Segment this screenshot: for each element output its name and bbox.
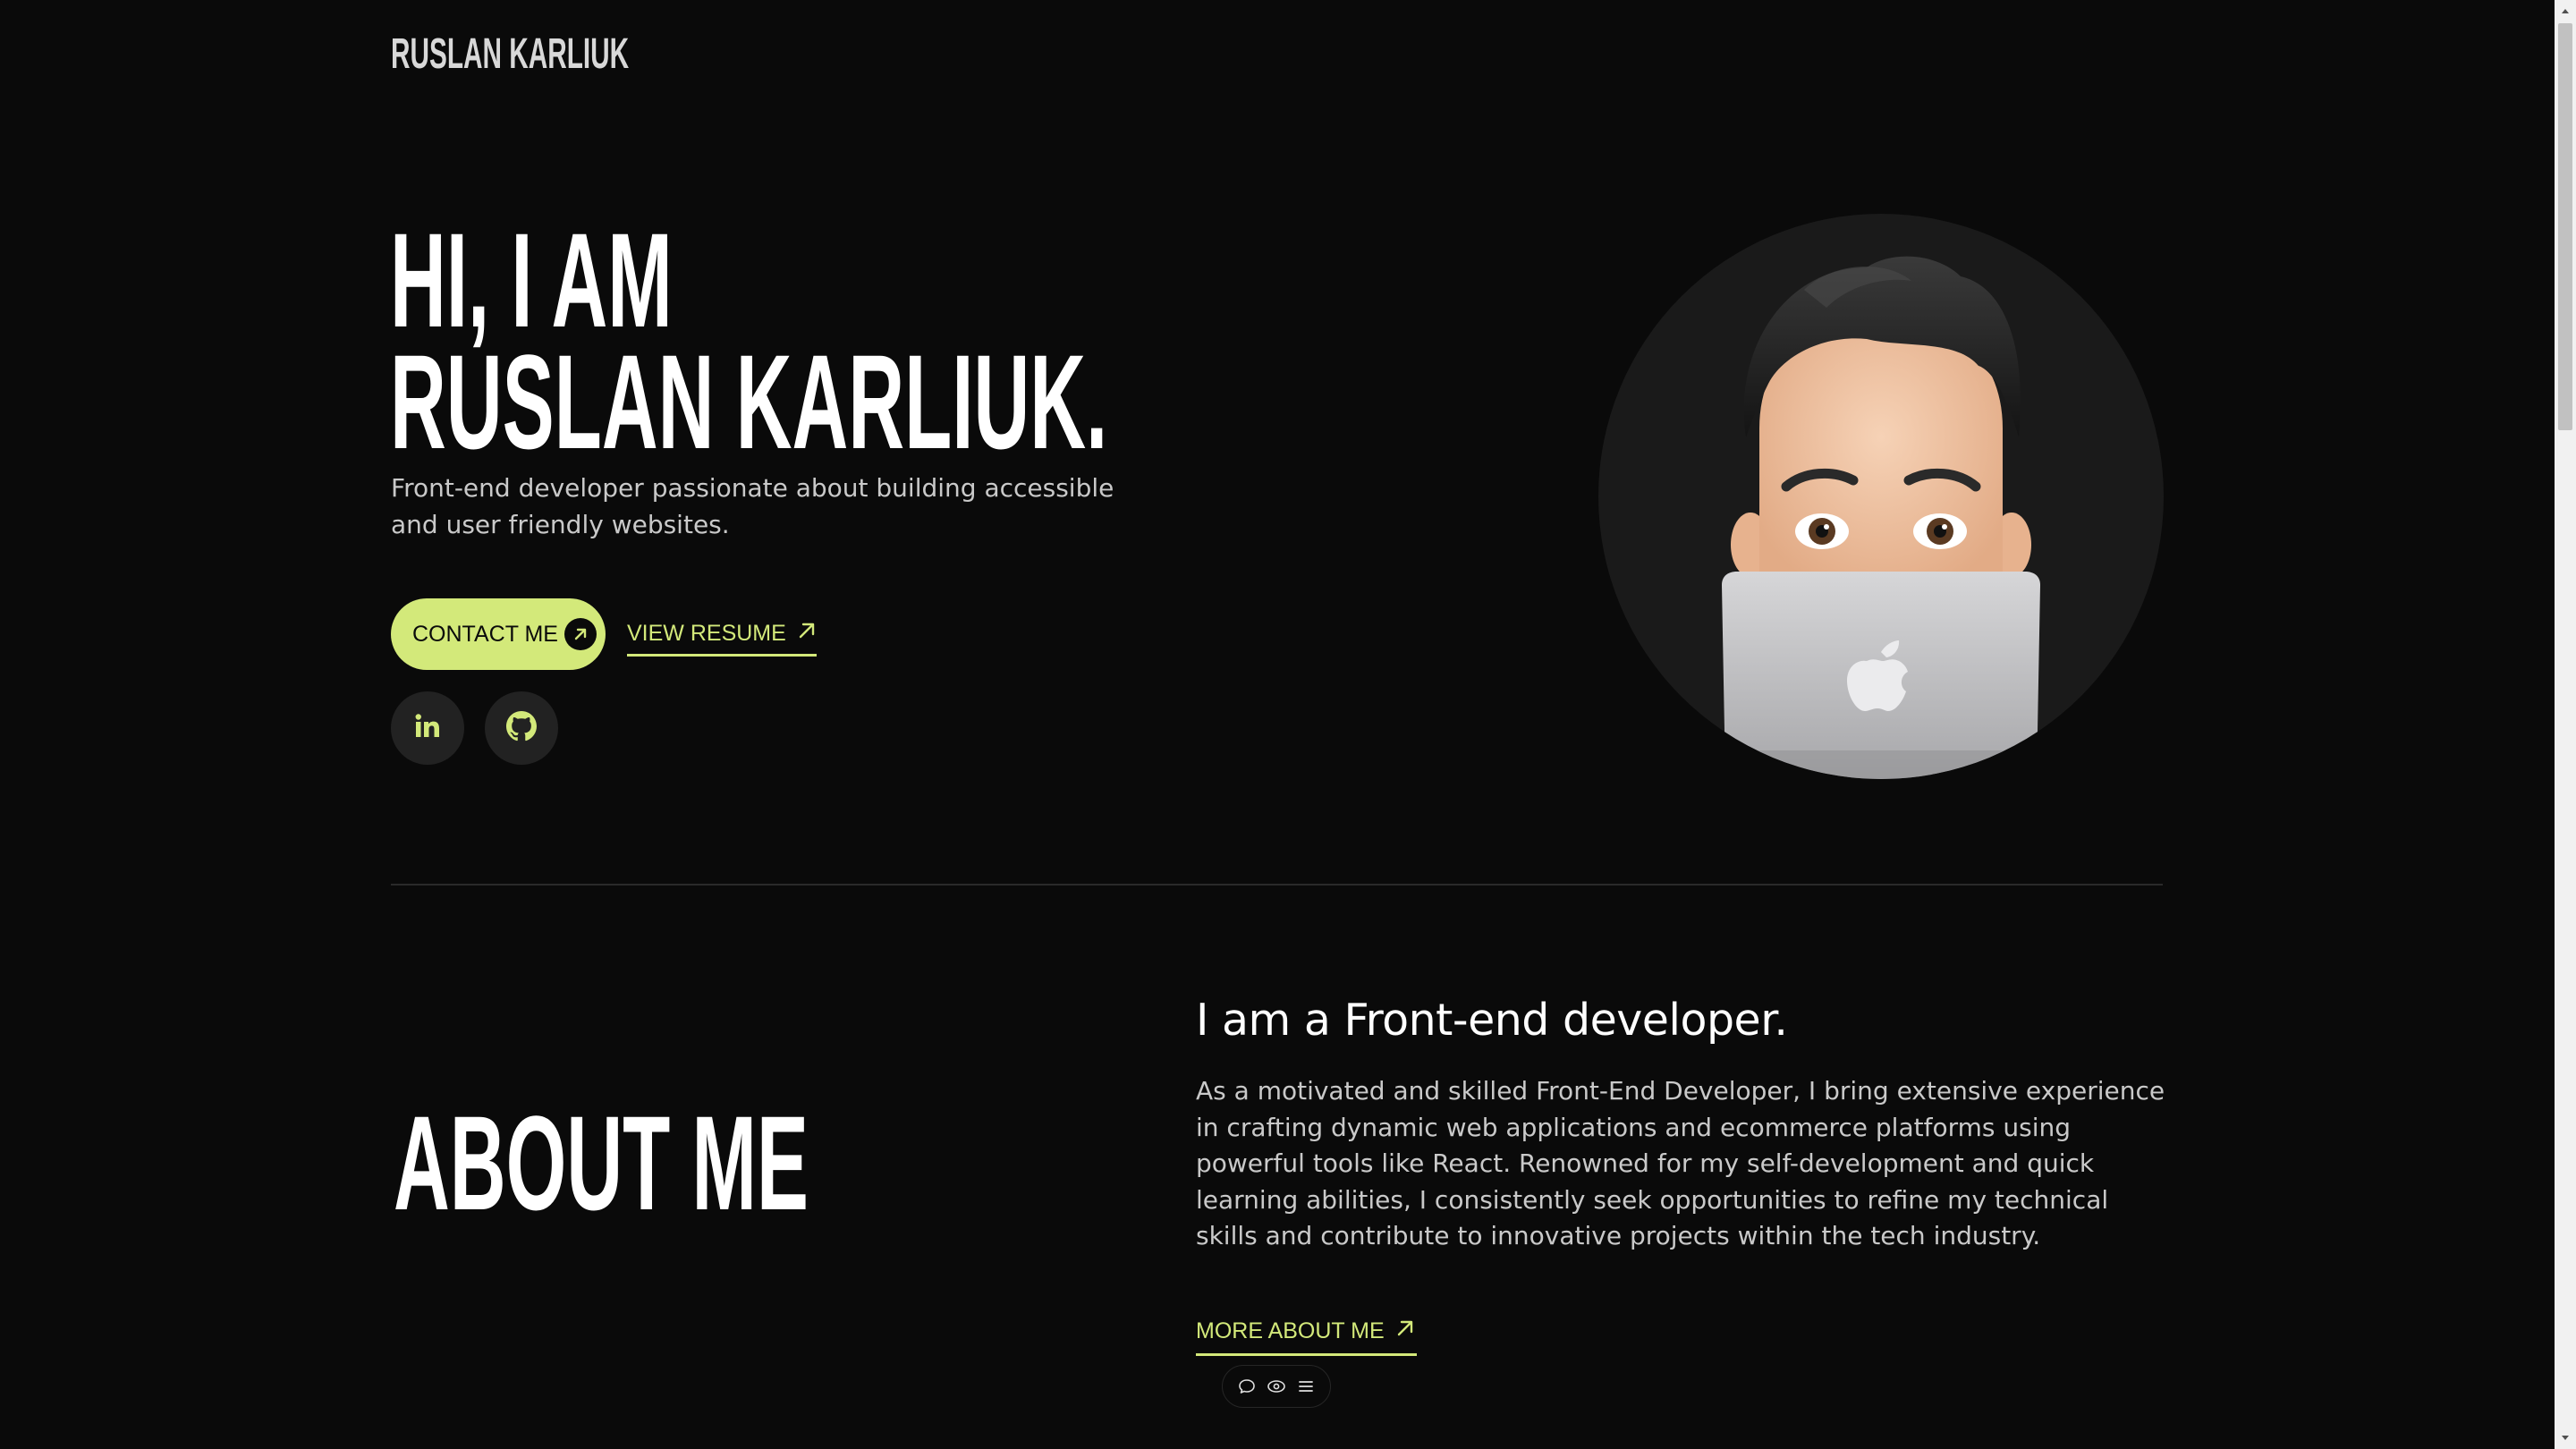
hero-title-line-1: HI, I AM: [390, 205, 673, 355]
hero-title: HI, I AM RUSLAN KARLIUK.: [390, 205, 1627, 477]
hero-subtitle: Front-end developer passionate about bui…: [391, 473, 1114, 539]
about-section-title: ABOUT ME: [394, 1088, 809, 1238]
github-button[interactable]: [485, 691, 558, 765]
arrow-up-right-icon: [797, 621, 817, 647]
contact-me-button[interactable]: CONTACT ME: [391, 598, 606, 670]
page-scrollbar[interactable]: [2555, 0, 2576, 1449]
contact-me-label: CONTACT ME: [412, 621, 558, 647]
menu-icon[interactable]: [1293, 1374, 1318, 1399]
linkedin-icon: [413, 712, 442, 744]
more-about-me-link[interactable]: MORE ABOUT ME: [1196, 1313, 1417, 1356]
avatar: [1598, 214, 2164, 779]
scroll-down-arrow-icon[interactable]: [2555, 1428, 2576, 1449]
floating-toolbar: [1222, 1365, 1331, 1408]
eye-icon[interactable]: [1264, 1374, 1289, 1399]
about-heading: I am a Front-end developer.: [1196, 995, 1788, 1046]
memoji-avatar-icon: [1722, 256, 2040, 779]
page: RUSLAN KARLIUK HI, I AM RUSLAN KARLIUK. …: [0, 0, 2576, 1449]
section-divider: [391, 884, 2163, 886]
scroll-up-arrow-icon[interactable]: [2555, 0, 2576, 21]
more-about-me-label: MORE ABOUT ME: [1196, 1318, 1385, 1343]
hero-title-line-2: RUSLAN KARLIUK.: [390, 326, 1108, 477]
site-logo[interactable]: RUSLAN KARLIUK: [391, 30, 629, 79]
view-resume-link[interactable]: VIEW RESUME: [627, 617, 817, 657]
comment-icon[interactable]: [1234, 1374, 1259, 1399]
view-resume-label: VIEW RESUME: [627, 621, 786, 646]
scrollbar-thumb[interactable]: [2558, 23, 2572, 430]
linkedin-button[interactable]: [391, 691, 464, 765]
arrow-up-right-icon: [1395, 1318, 1415, 1344]
about-paragraph: As a motivated and skilled Front-End Dev…: [1196, 1076, 2165, 1250]
github-icon: [506, 711, 537, 745]
arrow-up-right-icon: [564, 618, 597, 650]
